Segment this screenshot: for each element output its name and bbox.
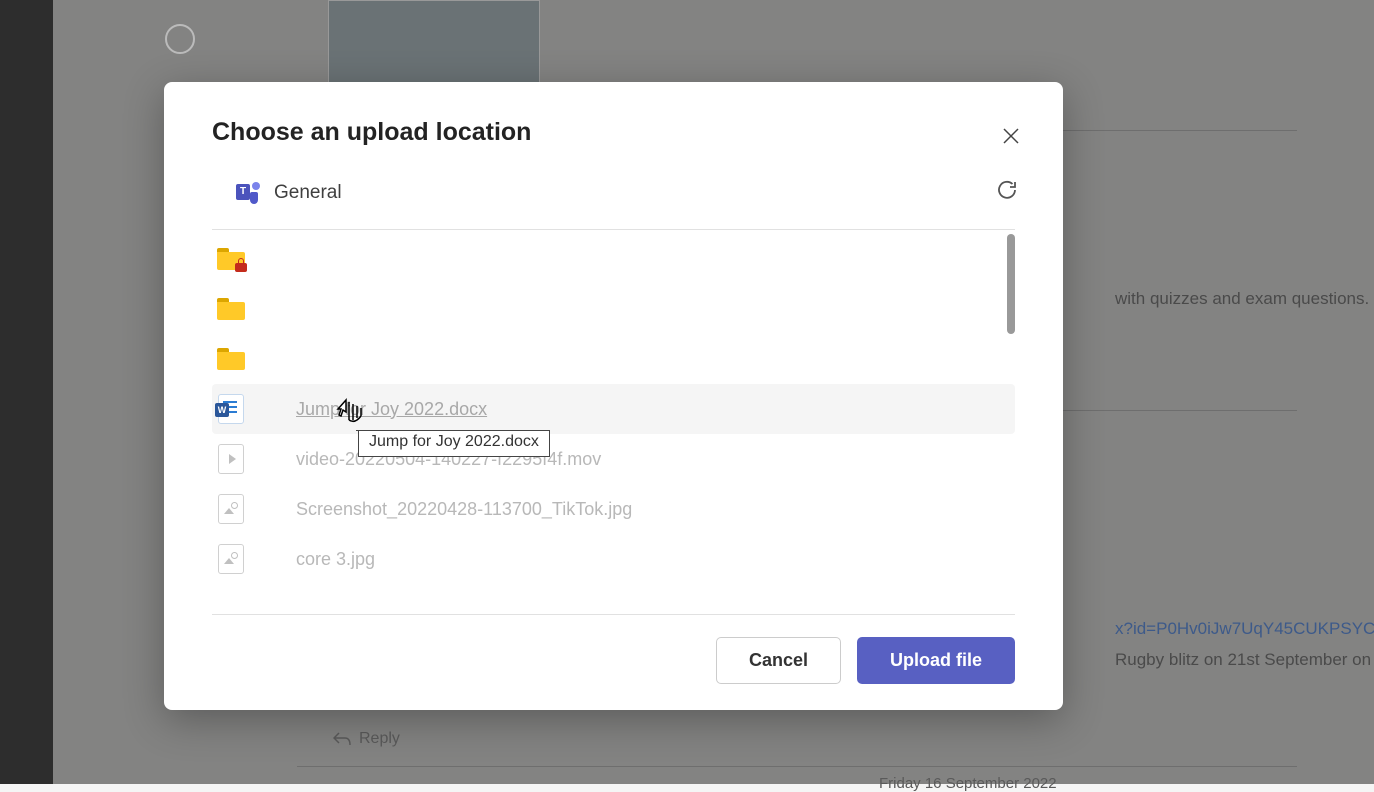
reply-arrow-icon xyxy=(333,732,351,746)
cancel-button[interactable]: Cancel xyxy=(716,637,841,684)
bg-text-quizzes: with quizzes and exam questions. Get b xyxy=(1115,289,1374,309)
folder-row-locked[interactable] xyxy=(212,234,1015,284)
bg-link: x?id=P0Hv0iJw7UqY45CUKPSYC8 xyxy=(1115,619,1374,639)
close-icon xyxy=(1001,126,1021,146)
file-name: core 3.jpg xyxy=(296,549,375,570)
file-row-image[interactable]: core 3.jpg xyxy=(212,534,1015,584)
file-name: Screenshot_20220428-113700_TikTok.jpg xyxy=(296,499,632,520)
video-file-icon xyxy=(218,444,244,474)
divider-line xyxy=(297,766,1297,767)
bg-text-rugby: Rugby blitz on 21st September on xyxy=(1115,650,1371,670)
reply-button: Reply xyxy=(333,730,400,748)
file-name: Jump for Joy 2022.docx xyxy=(296,399,487,420)
image-file-icon xyxy=(218,544,244,574)
folder-row[interactable] xyxy=(212,284,1015,334)
locked-folder-icon xyxy=(217,248,245,270)
folder-icon xyxy=(217,348,245,370)
refresh-icon xyxy=(995,178,1019,202)
scrollbar-thumb[interactable] xyxy=(1007,234,1015,334)
word-doc-icon: W xyxy=(218,394,244,424)
dialog-title: Choose an upload location xyxy=(212,118,531,147)
folder-row[interactable] xyxy=(212,334,1015,384)
reply-label: Reply xyxy=(359,730,400,748)
upload-file-button[interactable]: Upload file xyxy=(857,637,1015,684)
close-button[interactable] xyxy=(997,122,1025,150)
file-list[interactable]: W Jump for Joy 2022.docx video-20220504-… xyxy=(164,230,1063,614)
avatar-placeholder xyxy=(165,24,195,54)
folder-icon xyxy=(217,298,245,320)
file-row-docx[interactable]: W Jump for Joy 2022.docx xyxy=(212,384,1015,434)
refresh-button[interactable] xyxy=(991,174,1023,211)
file-tooltip: Jump for Joy 2022.docx xyxy=(358,430,550,457)
upload-location-dialog: Choose an upload location General xyxy=(164,82,1063,710)
teams-icon xyxy=(236,182,260,204)
attachment-thumbnail xyxy=(328,0,540,84)
file-row-video[interactable]: video-20220504-140227-f2295f4f.mov xyxy=(212,434,1015,484)
breadcrumb[interactable]: General xyxy=(236,182,342,204)
file-row-image[interactable]: Screenshot_20220428-113700_TikTok.jpg xyxy=(212,484,1015,534)
breadcrumb-label: General xyxy=(274,182,342,204)
image-file-icon xyxy=(218,494,244,524)
